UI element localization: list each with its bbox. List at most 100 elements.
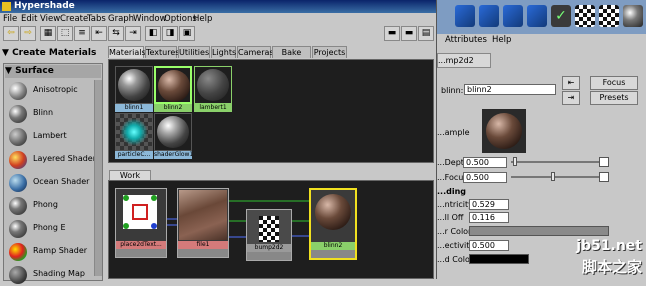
output-connections-icon[interactable]: ◨ <box>162 26 178 41</box>
node-expand-bar[interactable] <box>247 252 291 260</box>
clear-graph-icon[interactable]: ⬚ <box>57 26 73 41</box>
input-output-icon[interactable]: ▣ <box>179 26 195 41</box>
list-item-ocean-shader[interactable]: Ocean Shader <box>7 172 99 194</box>
input-connections-icon[interactable]: ◧ <box>145 26 161 41</box>
focus-button[interactable]: Focus <box>590 76 638 90</box>
output-connections-button[interactable]: ⇥ <box>562 91 580 105</box>
focus-field[interactable]: 0.500 <box>463 172 507 183</box>
node-label: file1 <box>178 241 228 249</box>
swatch-blinn2[interactable] <box>154 66 192 104</box>
checker-icon[interactable] <box>599 5 619 27</box>
reflected-color-bar[interactable] <box>469 254 529 264</box>
list-item-ramp-shader[interactable]: Ramp Shader <box>7 241 99 263</box>
shelf-tool-icon[interactable] <box>503 5 523 27</box>
rearrange-icon[interactable]: ≡ <box>74 26 90 41</box>
depth-field[interactable]: 0.500 <box>463 157 507 168</box>
hypershade-window: Hypershade File Edit View Create Tabs Gr… <box>0 0 437 284</box>
presets-button[interactable]: Presets <box>590 91 638 105</box>
surface-section-header[interactable]: ▼ Surface <box>5 65 101 78</box>
map-button[interactable] <box>599 157 609 167</box>
menu-help[interactable]: Help <box>193 13 212 25</box>
attr-label: ...ntricity <box>437 200 473 209</box>
shading-map-icon <box>9 266 27 284</box>
layout-bottom-icon[interactable]: ▬ <box>401 26 417 41</box>
work-area-panel: place2dText... file1 bump2d2 blinn2 <box>108 180 434 279</box>
node-file1[interactable]: file1 <box>177 188 229 258</box>
input-connections-button[interactable]: ⇤ <box>562 76 580 90</box>
item-label: Ramp Shader <box>33 246 88 255</box>
focus-slider-thumb[interactable] <box>551 172 555 181</box>
focus-slider[interactable] <box>511 176 601 178</box>
tab-lights[interactable]: Lights <box>211 46 236 58</box>
tab-cameras[interactable]: Cameras <box>237 46 274 58</box>
layered-shader-icon <box>9 151 27 169</box>
node-expand-bar[interactable] <box>311 250 355 258</box>
glow-sphere-icon <box>157 116 189 148</box>
menu-window[interactable]: Window <box>133 13 167 25</box>
swatch-lambert1[interactable] <box>194 66 232 104</box>
tab-utilities[interactable]: Utilities <box>178 46 210 58</box>
shelf-tool-icon[interactable] <box>455 5 475 27</box>
tab-bake-sets[interactable]: Bake Sets <box>272 46 311 69</box>
node-label: blinn2 <box>311 242 355 250</box>
graph-upstream-icon[interactable]: ⇤ <box>91 26 107 41</box>
menu-view[interactable]: View <box>40 13 60 25</box>
tab-projects[interactable]: Projects <box>312 46 347 58</box>
graph-downstream-icon[interactable]: ⇥ <box>125 26 141 41</box>
vertical-scrollbar[interactable] <box>94 80 102 276</box>
list-item-phong-e[interactable]: Phong E <box>7 218 99 240</box>
checkmark-icon[interactable]: ✓ <box>551 5 571 27</box>
menu-options[interactable]: Options <box>164 13 197 25</box>
rolloff-field[interactable]: 0.116 <box>469 212 509 223</box>
hypershade-tabs: Materials Textures Utilities Lights Came… <box>108 46 434 69</box>
node-name-field[interactable]: blinn2 <box>464 84 556 95</box>
list-item-shading-map[interactable]: Shading Map <box>7 264 99 286</box>
depth-slider-thumb[interactable] <box>513 157 517 166</box>
list-item-phong[interactable]: Phong <box>7 195 99 217</box>
list-item-lambert[interactable]: Lambert <box>7 126 99 148</box>
menu-help[interactable]: Help <box>492 34 511 47</box>
node-blinn2[interactable]: blinn2 <box>309 188 357 260</box>
graph-both-icon[interactable]: ⇆ <box>108 26 124 41</box>
shelf-bar: ✓ <box>437 0 646 34</box>
menu-tabs[interactable]: Tabs <box>87 13 106 25</box>
swatch-shaderglow1[interactable] <box>154 113 192 151</box>
forward-arrow-icon[interactable]: ⇨ <box>20 26 36 41</box>
title-bar[interactable]: Hypershade <box>0 0 436 13</box>
list-item-anisotropic[interactable]: Anisotropic <box>7 80 99 102</box>
menu-bar: File Edit View Create Tabs Graph Window … <box>0 13 436 25</box>
window-title: Hypershade <box>14 1 75 11</box>
map-button[interactable] <box>599 172 609 182</box>
sphere-icon[interactable] <box>623 5 643 27</box>
graph-materials-icon[interactable]: ▦ <box>40 26 56 41</box>
tab-materials[interactable]: Materials <box>108 46 146 58</box>
reflectivity-field[interactable]: 0.500 <box>469 240 509 251</box>
node-expand-bar[interactable] <box>116 249 166 257</box>
list-item-blinn[interactable]: Blinn <box>7 103 99 125</box>
create-materials-header[interactable]: ▼ Create Materials <box>2 46 104 60</box>
depth-slider[interactable] <box>511 161 601 163</box>
layout-top-icon[interactable]: ▬ <box>384 26 400 41</box>
tab-textures[interactable]: Textures <box>145 46 179 58</box>
node-bump2d2[interactable]: bump2d2 <box>246 209 292 261</box>
section-header[interactable]: ...ding <box>437 187 466 196</box>
checker-icon[interactable] <box>575 5 595 27</box>
shelf-tool-icon[interactable] <box>527 5 547 27</box>
eccentricity-field[interactable]: 0.529 <box>469 199 509 210</box>
menu-edit[interactable]: Edit <box>21 13 37 25</box>
shelf-tool-icon[interactable] <box>479 5 499 27</box>
node-expand-bar[interactable] <box>178 249 228 257</box>
swatch-particle[interactable] <box>115 113 153 151</box>
swatch-blinn1[interactable] <box>115 66 153 104</box>
item-label: Layered Shader <box>33 154 97 163</box>
menu-graph[interactable]: Graph <box>108 13 134 25</box>
ramp-shader-icon <box>9 243 27 261</box>
back-arrow-icon[interactable]: ⇦ <box>3 26 19 41</box>
specular-color-bar[interactable] <box>469 226 609 236</box>
node-place2dtexture[interactable]: place2dText... <box>115 188 167 258</box>
list-item-layered-shader[interactable]: Layered Shader <box>7 149 99 171</box>
menu-create[interactable]: Create <box>60 13 88 25</box>
menu-file[interactable]: File <box>3 13 17 25</box>
menu-attributes[interactable]: Attributes <box>445 34 487 47</box>
layout-split-icon[interactable]: ▤ <box>418 26 434 41</box>
